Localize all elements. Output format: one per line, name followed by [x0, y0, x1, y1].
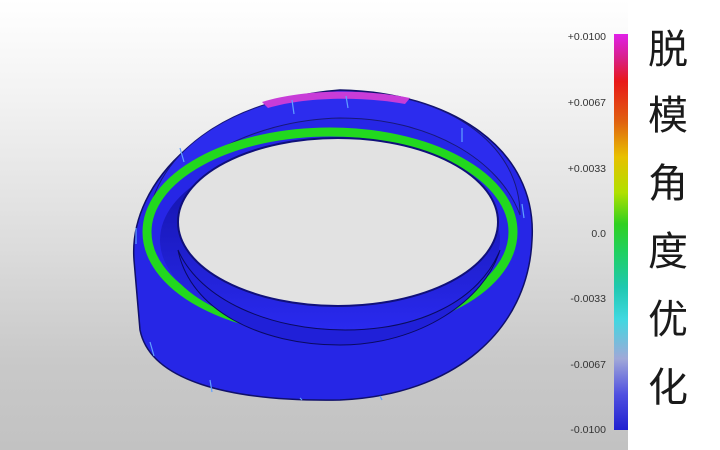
- caption-char-4: 度: [648, 229, 688, 275]
- caption-char-3: 角: [648, 161, 688, 207]
- color-scale-bar: [614, 34, 628, 430]
- legend-tick-zero: 0.0: [591, 228, 606, 240]
- 3d-viewport[interactable]: [0, 0, 628, 450]
- legend-tick-6: -0.0067: [570, 359, 606, 371]
- legend-tick-3: +0.0033: [567, 163, 606, 175]
- legend-tick-min: -0.0100: [570, 424, 606, 436]
- legend-tick-max: +0.0100: [567, 31, 606, 43]
- legend-tick-2: +0.0067: [567, 97, 606, 109]
- caption-char-1: 脱: [648, 27, 688, 73]
- caption-char-2: 模: [648, 93, 688, 139]
- caption-char-6: 化: [648, 365, 688, 411]
- ring-hole: [177, 137, 499, 307]
- caption-char-5: 优: [648, 297, 688, 343]
- ring-model[interactable]: [0, 0, 628, 450]
- legend-tick-5: -0.0033: [570, 293, 606, 305]
